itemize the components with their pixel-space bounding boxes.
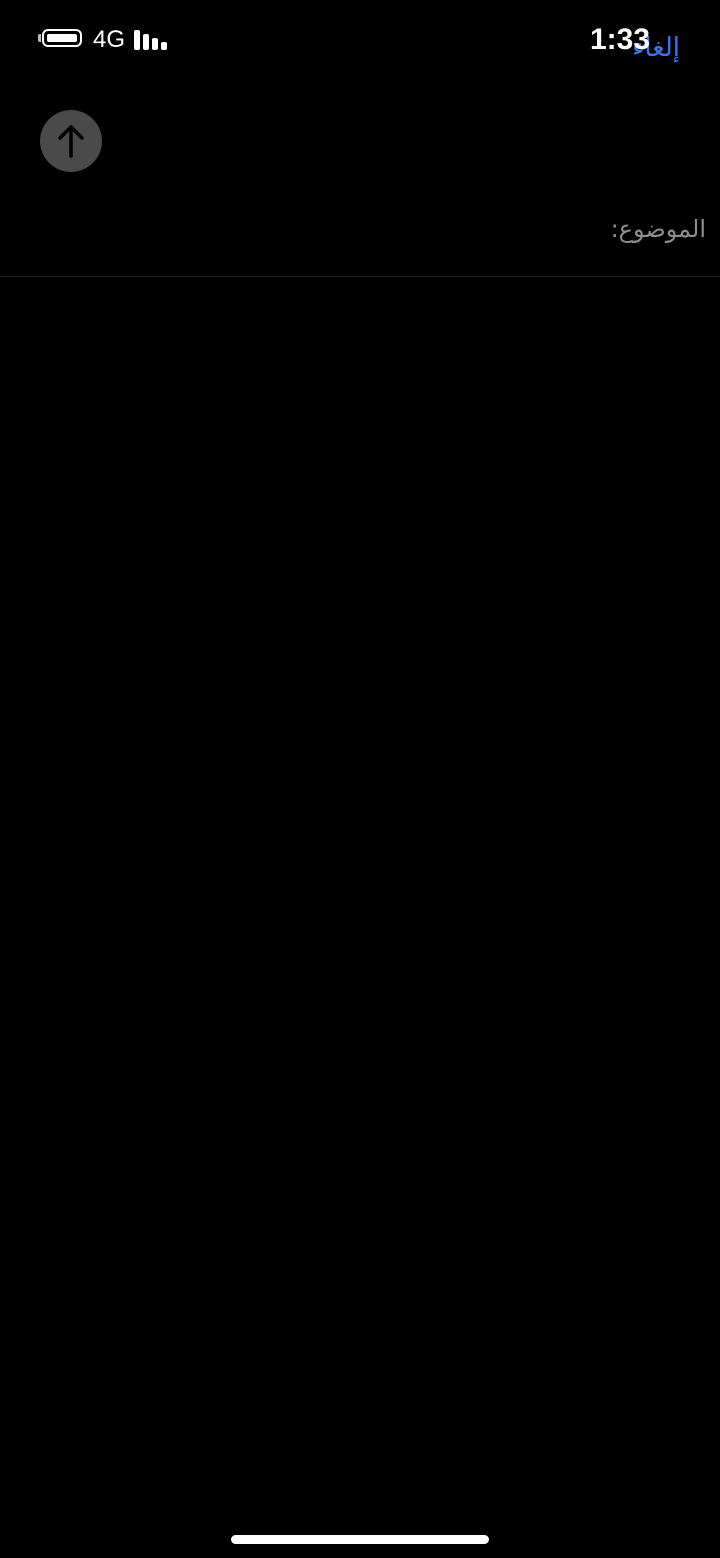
message-body-area[interactable] [0, 278, 720, 1508]
send-button[interactable] [40, 110, 102, 172]
arrow-up-icon [58, 125, 84, 158]
home-indicator[interactable] [231, 1535, 489, 1544]
signal-bars-icon [134, 28, 168, 50]
status-bar: 4G إلغاء 1:33 [0, 0, 720, 80]
mail-compose-screen: 4G إلغاء 1:33 الموضوع: [0, 0, 720, 1558]
subject-field[interactable]: الموضوع: [0, 200, 720, 277]
network-type: 4G [93, 26, 126, 53]
subject-label: الموضوع: [610, 215, 706, 243]
battery-icon [38, 29, 90, 49]
status-time: 1:33 [589, 23, 650, 56]
